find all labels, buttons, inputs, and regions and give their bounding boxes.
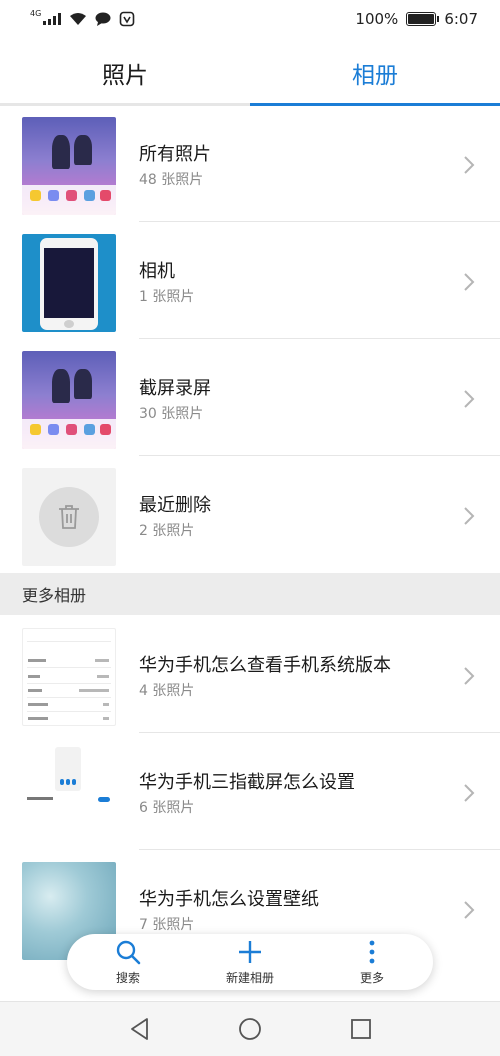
section-header-more-albums: 更多相册: [0, 573, 500, 615]
album-text: 华为手机怎么设置壁纸 7 张照片: [139, 888, 319, 934]
chevron-right-icon: [464, 784, 475, 802]
row-divider: [139, 338, 500, 339]
tab-photos-underline: [0, 103, 250, 106]
cellular-signal-icon: [43, 13, 62, 25]
album-title: 所有照片: [139, 144, 211, 165]
album-thumbnail: [22, 628, 116, 726]
tab-bar: 照片 相册: [0, 40, 500, 106]
chevron-right-icon: [464, 273, 475, 291]
trash-icon: [59, 505, 79, 529]
tab-photos-label: 照片: [102, 63, 148, 89]
album-thumbnail: [22, 468, 116, 566]
album-text: 截屏录屏 30 张照片: [139, 377, 211, 423]
album-row-system-version[interactable]: 华为手机怎么查看手机系统版本 4 张照片: [0, 628, 500, 745]
clock: 6:07: [444, 10, 478, 28]
more-button[interactable]: 更多: [311, 934, 433, 990]
new-album-button[interactable]: 新建相册: [189, 934, 311, 990]
chevron-right-icon: [464, 390, 475, 408]
album-title: 华为手机三指截屏怎么设置: [139, 772, 355, 793]
app-notification-icon: [119, 11, 135, 27]
album-count: 7 张照片: [139, 917, 195, 933]
album-thumbnail: [22, 745, 116, 843]
home-circle-icon[interactable]: [237, 1016, 263, 1042]
tab-albums[interactable]: 相册: [250, 40, 500, 106]
search-button[interactable]: 搜索: [67, 934, 189, 990]
album-title: 华为手机怎么查看手机系统版本: [139, 655, 391, 676]
album-thumbnail: [22, 351, 116, 449]
battery-percent: 100%: [355, 10, 399, 28]
plus-icon: [239, 940, 261, 963]
album-count: 6 张照片: [139, 800, 195, 816]
album-thumbnail: [22, 117, 116, 215]
tab-albums-label: 相册: [352, 63, 398, 89]
album-text: 华为手机怎么查看手机系统版本 4 张照片: [139, 654, 391, 700]
battery-fill: [408, 14, 435, 24]
album-count: 1 张照片: [139, 289, 195, 305]
album-count: 2 张照片: [139, 523, 195, 539]
search-label: 搜索: [115, 970, 140, 985]
row-divider: [139, 732, 500, 733]
search-icon: [116, 940, 141, 964]
album-count: 30 张照片: [139, 406, 204, 422]
back-triangle-icon[interactable]: [127, 1016, 153, 1042]
row-divider: [139, 849, 500, 850]
battery-icon: [406, 12, 440, 26]
album-count: 48 张照片: [139, 172, 204, 188]
chevron-right-icon: [464, 667, 475, 685]
recents-square-icon[interactable]: [348, 1016, 374, 1042]
album-title: 相机: [139, 261, 175, 282]
album-text: 所有照片 48 张照片: [139, 143, 211, 189]
album-row-all-photos[interactable]: 所有照片 48 张照片: [0, 117, 500, 234]
tab-photos[interactable]: 照片: [0, 40, 250, 106]
album-text: 相机 1 张照片: [139, 260, 194, 306]
chevron-right-icon: [464, 156, 475, 174]
bottom-action-bar: 搜索 新建相册 更多: [67, 934, 433, 990]
row-divider: [139, 221, 500, 222]
more-vertical-icon: [369, 940, 375, 963]
album-text: 最近删除 2 张照片: [139, 494, 211, 540]
new-album-label: 新建相册: [225, 970, 274, 985]
album-title: 截屏录屏: [139, 378, 211, 399]
more-label: 更多: [359, 970, 384, 985]
network-type-label: 4G: [30, 8, 42, 18]
message-icon: [95, 12, 111, 26]
album-row-camera[interactable]: 相机 1 张照片: [0, 234, 500, 351]
status-bar: 4G 100% 6:07: [0, 0, 500, 38]
album-row-screenshots[interactable]: 截屏录屏 30 张照片: [0, 351, 500, 468]
wifi-icon: [70, 13, 87, 25]
album-count: 4 张照片: [139, 683, 195, 699]
album-title: 华为手机怎么设置壁纸: [139, 889, 319, 910]
album-row-three-finger-screenshot[interactable]: 华为手机三指截屏怎么设置 6 张照片: [0, 745, 500, 862]
album-row-recently-deleted[interactable]: 最近删除 2 张照片: [0, 468, 500, 585]
chevron-right-icon: [464, 507, 475, 525]
status-bar-left: 4G: [30, 8, 135, 27]
chevron-right-icon: [464, 901, 475, 919]
status-bar-right: 100% 6:07: [355, 10, 478, 28]
tab-albums-underline: [250, 103, 500, 106]
row-divider: [139, 455, 500, 456]
system-nav-bar: [0, 1001, 500, 1056]
album-thumbnail: [22, 234, 116, 332]
album-text: 华为手机三指截屏怎么设置 6 张照片: [139, 771, 355, 817]
album-title: 最近删除: [139, 495, 211, 516]
